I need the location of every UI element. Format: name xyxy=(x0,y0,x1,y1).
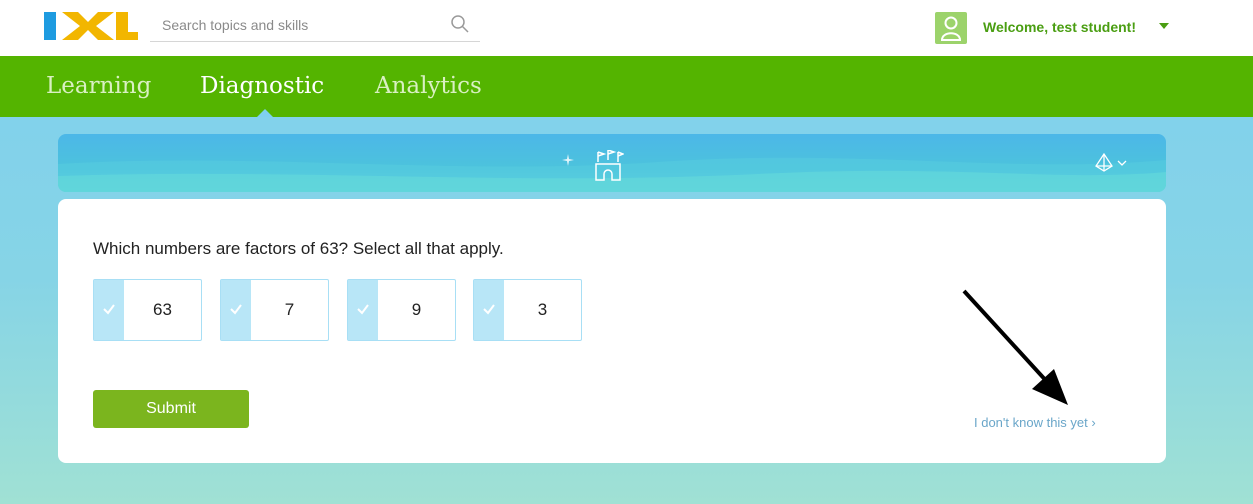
search-input[interactable] xyxy=(162,14,442,36)
nav-bar: Learning Diagnostic Analytics xyxy=(0,56,1253,117)
chevron-down-icon[interactable] xyxy=(1159,23,1169,29)
checkbox[interactable] xyxy=(94,280,124,340)
top-bar: Welcome, test student! xyxy=(0,0,1253,56)
question-prompt: Which numbers are factors of 63? Select … xyxy=(93,239,504,258)
checkmark-icon xyxy=(230,304,242,315)
checkmark-icon xyxy=(483,304,495,315)
ixl-logo[interactable] xyxy=(44,10,138,42)
search-box xyxy=(150,8,480,42)
choice-value: 7 xyxy=(284,300,295,319)
checkbox[interactable] xyxy=(474,280,504,340)
avatar[interactable] xyxy=(935,12,967,44)
choice-option[interactable]: 63 xyxy=(93,279,202,341)
choice-option[interactable]: 3 xyxy=(473,279,582,341)
checkmark-icon xyxy=(357,304,369,315)
choice-option[interactable]: 9 xyxy=(347,279,456,341)
sparkle-icon xyxy=(562,154,574,166)
diagnostic-banner xyxy=(58,134,1166,192)
choice-value: 3 xyxy=(537,300,548,319)
submit-button[interactable]: Submit xyxy=(93,390,249,428)
choice-option[interactable]: 7 xyxy=(220,279,329,341)
choice-value: 63 xyxy=(153,300,172,319)
welcome-menu[interactable]: Welcome, test student! xyxy=(983,19,1136,35)
tab-learning[interactable]: Learning xyxy=(46,73,151,99)
pyramid-icon[interactable] xyxy=(1094,152,1130,174)
checkmark-icon xyxy=(103,304,115,315)
checkbox[interactable] xyxy=(348,280,378,340)
active-tab-pointer xyxy=(257,109,273,117)
tab-analytics[interactable]: Analytics xyxy=(375,73,482,99)
tab-diagnostic[interactable]: Diagnostic xyxy=(200,73,324,99)
annotation-arrow xyxy=(962,289,1068,405)
castle-icon xyxy=(595,150,624,181)
user-icon xyxy=(940,16,962,41)
checkbox[interactable] xyxy=(221,280,251,340)
search-icon[interactable] xyxy=(450,14,470,34)
choice-value: 9 xyxy=(411,300,422,319)
